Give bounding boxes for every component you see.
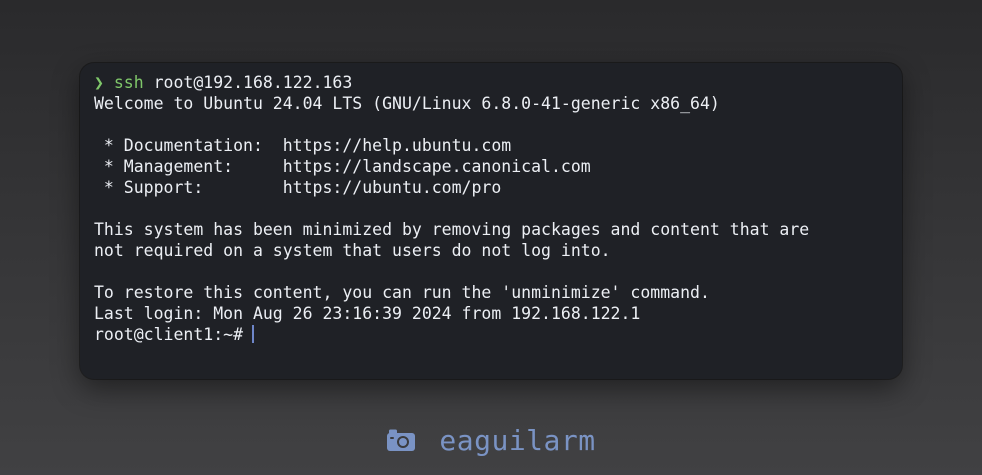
shell-prompt: root@client1:~# bbox=[94, 325, 244, 344]
output-line-minimized-notice-cont: not required on a system that users do n… bbox=[94, 241, 611, 260]
terminal-window[interactable]: ❯ ssh root@192.168.122.163 Welcome to Ub… bbox=[80, 63, 902, 379]
output-line-minimized-notice: This system has been minimized by removi… bbox=[94, 220, 810, 239]
output-line-documentation: * Documentation: https://help.ubuntu.com bbox=[94, 136, 512, 155]
shell-prompt-line[interactable]: root@client1:~# bbox=[94, 324, 888, 345]
ssh-command-line: ❯ ssh root@192.168.122.163 bbox=[94, 72, 888, 93]
output-line-welcome: Welcome to Ubuntu 24.04 LTS (GNU/Linux 6… bbox=[94, 94, 720, 113]
text-cursor bbox=[252, 325, 255, 343]
output-line-blank bbox=[94, 198, 888, 219]
output-line-restore-hint: To restore this content, you can run the… bbox=[94, 283, 710, 302]
command-argument: root@192.168.122.163 bbox=[153, 73, 353, 92]
output-line-support: * Support: https://ubuntu.com/pro bbox=[94, 178, 502, 197]
output-line-management: * Management: https://landscape.canonica… bbox=[94, 157, 591, 176]
output-line-blank bbox=[94, 261, 888, 282]
output-line-last-login: Last login: Mon Aug 26 23:16:39 2024 fro… bbox=[94, 304, 641, 323]
author-handle: eaguilarm bbox=[439, 423, 596, 457]
command-name: ssh bbox=[113, 73, 144, 92]
prompt-chevron-icon: ❯ bbox=[94, 73, 104, 92]
output-line-blank bbox=[94, 114, 888, 135]
camera-icon bbox=[386, 428, 416, 452]
attribution-footer: eaguilarm bbox=[0, 420, 982, 460]
